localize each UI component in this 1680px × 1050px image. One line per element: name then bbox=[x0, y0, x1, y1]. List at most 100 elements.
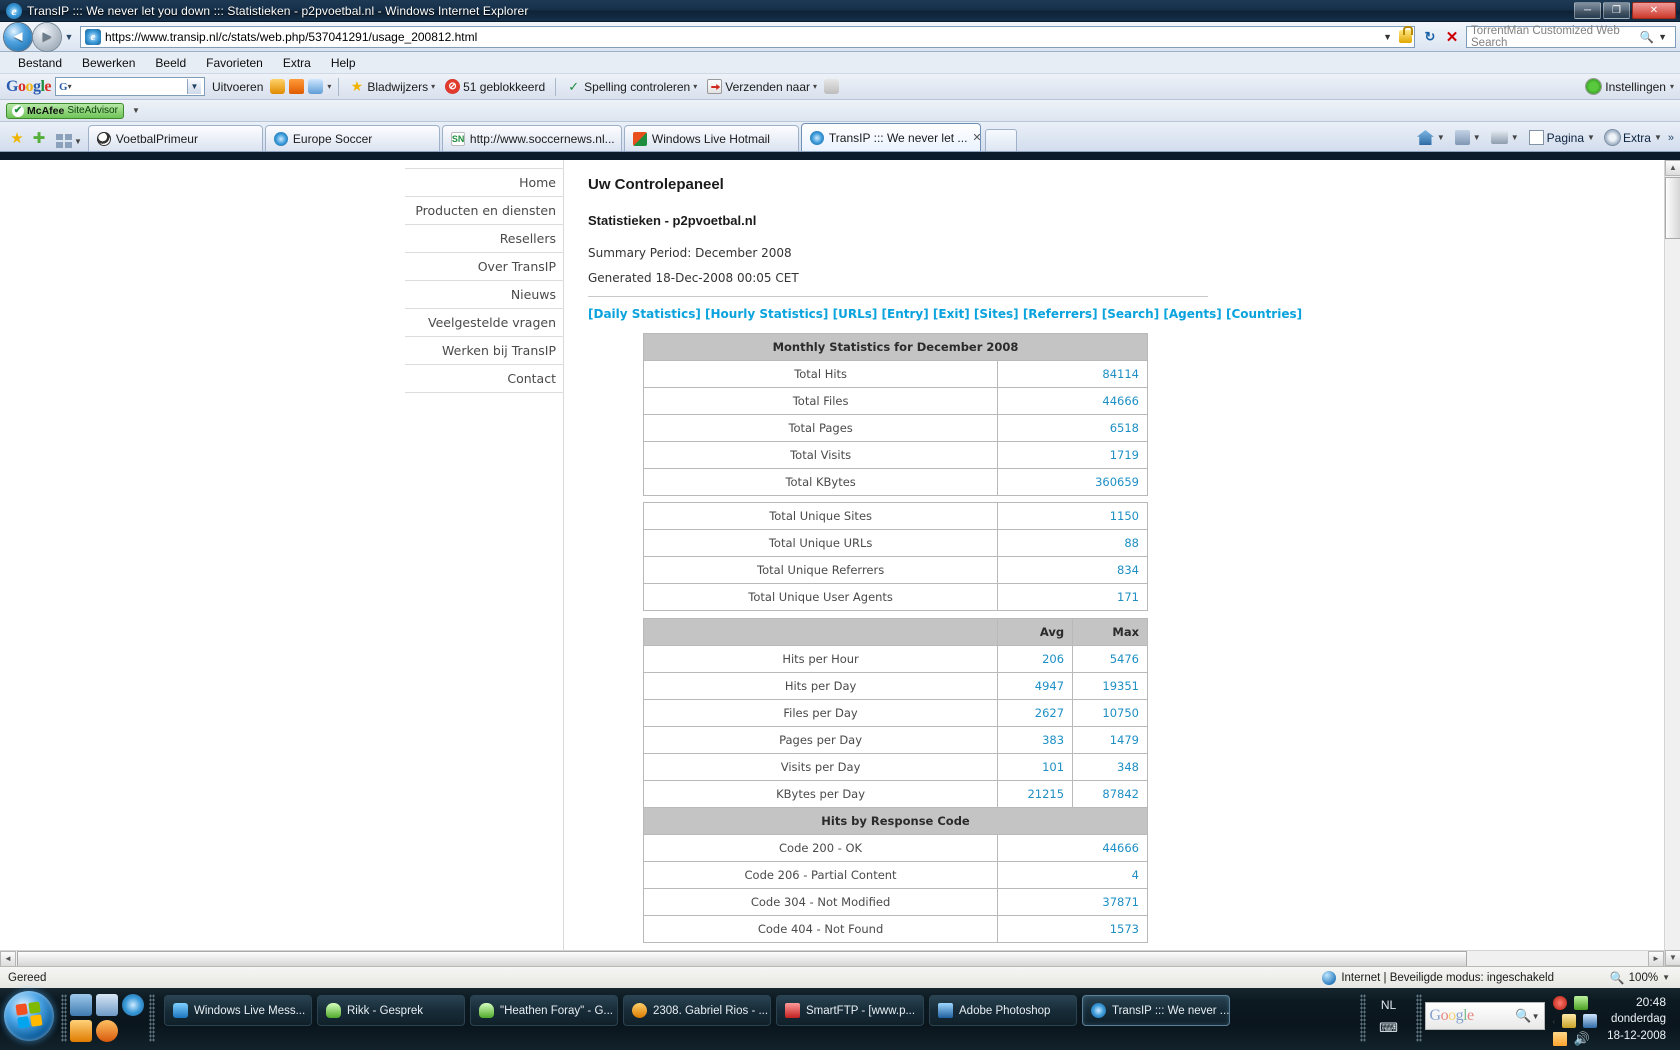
taskbar-item-transip[interactable]: TransIP ::: We never ... bbox=[1082, 995, 1230, 1026]
history-dropdown-icon[interactable]: ▼ bbox=[62, 32, 76, 42]
tab-list-caret-icon[interactable]: ▼ bbox=[74, 137, 82, 146]
home-button[interactable]: ▼ bbox=[1413, 128, 1449, 147]
maximize-button[interactable]: ❐ bbox=[1603, 2, 1630, 19]
battery-icon[interactable] bbox=[1573, 996, 1588, 1010]
google-run-button[interactable]: Uitvoeren bbox=[209, 79, 266, 95]
tools-caret-icon[interactable]: ▼ bbox=[1654, 133, 1662, 142]
taskbar-item-gabriel-rios[interactable]: 2308. Gabriel Rios - ... bbox=[623, 995, 771, 1026]
scroll-down-button[interactable]: ▼ bbox=[1665, 950, 1680, 966]
taskbar-item-smartftp[interactable]: SmartFTP - [www.p... bbox=[776, 995, 924, 1026]
scroll-up-button[interactable]: ▲ bbox=[1665, 160, 1680, 176]
bookmarks-caret-icon[interactable]: ▾ bbox=[431, 82, 435, 91]
tab-windows-live-hotmail[interactable]: Windows Live Hotmail bbox=[623, 125, 799, 151]
tray-grip-2[interactable] bbox=[1415, 994, 1422, 1042]
overflow-icon[interactable]: » bbox=[1668, 132, 1674, 144]
link-exit[interactable]: [Exit] bbox=[933, 307, 970, 321]
link-countries[interactable]: [Countries] bbox=[1226, 307, 1302, 321]
mcafee-caret-icon[interactable]: ▼ bbox=[132, 106, 140, 115]
menu-bestand[interactable]: Bestand bbox=[8, 54, 72, 72]
taskbar-item-windows-live-messenger[interactable]: Windows Live Mess... bbox=[164, 995, 312, 1026]
google-search-dropdown-icon[interactable]: ▼ bbox=[187, 79, 202, 94]
google-search-input[interactable]: G ▾ ▼ bbox=[55, 77, 206, 96]
sidebar-item-werken-bij-transip[interactable]: Werken bij TransIP bbox=[405, 337, 564, 365]
search-icon[interactable]: 🔍 bbox=[1640, 30, 1654, 44]
network-icon[interactable] bbox=[1583, 1014, 1598, 1028]
address-bar[interactable]: https://www.transip.nl/c/stats/web.php/5… bbox=[80, 25, 1415, 48]
settings-label[interactable]: Instellingen bbox=[1605, 80, 1666, 94]
link-entry[interactable]: [Entry] bbox=[882, 307, 929, 321]
search-dropdown-icon[interactable]: ▼ bbox=[1654, 32, 1671, 42]
home-caret-icon[interactable]: ▼ bbox=[1437, 133, 1445, 142]
search-input[interactable]: TorrentMan Customized Web Search bbox=[1471, 25, 1640, 49]
firefox-icon[interactable] bbox=[96, 1020, 118, 1042]
clock[interactable]: 20:48 donderdag 18-12-2008 bbox=[1607, 994, 1666, 1045]
taskbar-grip[interactable] bbox=[149, 994, 155, 1042]
quick-tabs-button[interactable]: ▼ bbox=[56, 134, 82, 148]
minimize-button[interactable]: ─ bbox=[1574, 2, 1601, 19]
popup-blocker-icon[interactable] bbox=[308, 79, 324, 94]
antivirus-icon[interactable] bbox=[1552, 996, 1567, 1010]
horizontal-scroll-thumb[interactable] bbox=[17, 951, 1467, 966]
mcafee-siteadvisor-button[interactable]: ✔ McAfee SiteAdvisor bbox=[6, 102, 124, 119]
tools-menu-button[interactable]: Extra ▼ bbox=[1601, 128, 1666, 147]
scroll-left-button[interactable]: ◄ bbox=[0, 951, 16, 966]
feeds-caret-icon[interactable]: ▼ bbox=[1473, 133, 1481, 142]
toolbar-grip[interactable] bbox=[61, 994, 67, 1042]
sidebar-item-home[interactable]: Home bbox=[405, 168, 564, 197]
sidebar-item-veelgestelde-vragen[interactable]: Veelgestelde vragen bbox=[405, 309, 564, 337]
close-tab-icon[interactable]: ✕ bbox=[972, 131, 980, 144]
zoom-control[interactable]: 🔍 100% ▼ bbox=[1560, 971, 1680, 985]
link-sites[interactable]: [Sites] bbox=[974, 307, 1019, 321]
feeds-button[interactable]: ▼ bbox=[1451, 128, 1485, 147]
vertical-scrollbar[interactable]: ▲ ▼ bbox=[1664, 160, 1680, 966]
new-tab-button[interactable] bbox=[984, 129, 1017, 151]
show-desktop-icon[interactable] bbox=[70, 994, 92, 1016]
sidebar-item-contact[interactable]: Contact bbox=[405, 365, 564, 393]
notification-icon[interactable] bbox=[1562, 1014, 1577, 1028]
sidebar-item-producten-en-diensten[interactable]: Producten en diensten bbox=[405, 197, 564, 225]
print-caret-icon[interactable]: ▼ bbox=[1511, 133, 1519, 142]
show-hidden-icons-icon[interactable]: ‹ bbox=[1553, 1017, 1556, 1026]
refresh-button[interactable]: ↻ bbox=[1419, 26, 1441, 48]
close-button[interactable]: ✕ bbox=[1632, 2, 1676, 19]
page-caret-icon[interactable]: ▼ bbox=[1587, 133, 1595, 142]
spellcheck-caret-icon[interactable]: ▾ bbox=[693, 82, 697, 91]
switch-windows-icon[interactable] bbox=[96, 994, 118, 1016]
back-button[interactable]: ◄ bbox=[4, 22, 32, 51]
sidebar-item-over-transip[interactable]: Over TransIP bbox=[405, 253, 564, 281]
vertical-scroll-thumb[interactable] bbox=[1665, 177, 1680, 239]
tab-europe-soccer[interactable]: Europe Soccer bbox=[264, 125, 440, 151]
sidebar-item-resellers[interactable]: Resellers bbox=[405, 225, 564, 253]
internet-explorer-icon[interactable] bbox=[122, 994, 144, 1016]
tray-grip[interactable] bbox=[1359, 994, 1366, 1042]
address-input[interactable]: https://www.transip.nl/c/stats/web.php/5… bbox=[105, 30, 1379, 44]
start-button[interactable] bbox=[4, 991, 54, 1041]
signal-icon[interactable] bbox=[1552, 1032, 1567, 1046]
horizontal-scrollbar[interactable]: ◄ ► bbox=[0, 950, 1664, 966]
tab-voetbalprimeur[interactable]: VoetbalPrimeur bbox=[87, 125, 263, 151]
volume-icon[interactable]: 🔊 bbox=[1574, 1032, 1590, 1046]
send-to-button[interactable]: Verzenden naar ▾ bbox=[704, 78, 820, 95]
forward-button[interactable]: ► bbox=[33, 22, 61, 51]
address-dropdown-icon[interactable]: ▼ bbox=[1379, 32, 1396, 42]
google-options-caret-icon[interactable]: ▾ bbox=[327, 82, 331, 91]
bookmarks-button[interactable]: ★ Bladwijzers ▾ bbox=[346, 78, 438, 95]
sidebar-item-nieuws[interactable]: Nieuws bbox=[405, 281, 564, 309]
taskbar-item-adobe-photoshop[interactable]: Adobe Photoshop bbox=[929, 995, 1077, 1026]
stop-button[interactable]: ✕ bbox=[1441, 26, 1463, 48]
print-button[interactable]: ▼ bbox=[1487, 129, 1523, 146]
popup-blocked-button[interactable]: ⊘ 51 geblokkeerd bbox=[442, 78, 548, 95]
language-indicator[interactable]: NL ⌨ bbox=[1373, 998, 1405, 1036]
subscribe-icon[interactable] bbox=[289, 79, 305, 94]
settings-caret-icon[interactable]: ▾ bbox=[1670, 82, 1674, 91]
spellcheck-button[interactable]: ✓ Spelling controleren ▾ bbox=[563, 78, 700, 95]
tab-soccernews[interactable]: SN http://www.soccernews.nl... bbox=[441, 125, 622, 151]
menu-help[interactable]: Help bbox=[321, 54, 366, 72]
link-search[interactable]: [Search] bbox=[1102, 307, 1159, 321]
highlight-icon[interactable] bbox=[824, 79, 839, 94]
google-desktop-search[interactable]: Google 🔍 ▼ bbox=[1424, 1002, 1545, 1030]
desktop-search-caret-icon[interactable]: ▼ bbox=[1532, 1012, 1540, 1021]
zoom-caret-icon[interactable]: ▼ bbox=[1662, 973, 1670, 982]
send-to-caret-icon[interactable]: ▾ bbox=[813, 82, 817, 91]
page-menu-button[interactable]: Pagina ▼ bbox=[1525, 128, 1599, 147]
